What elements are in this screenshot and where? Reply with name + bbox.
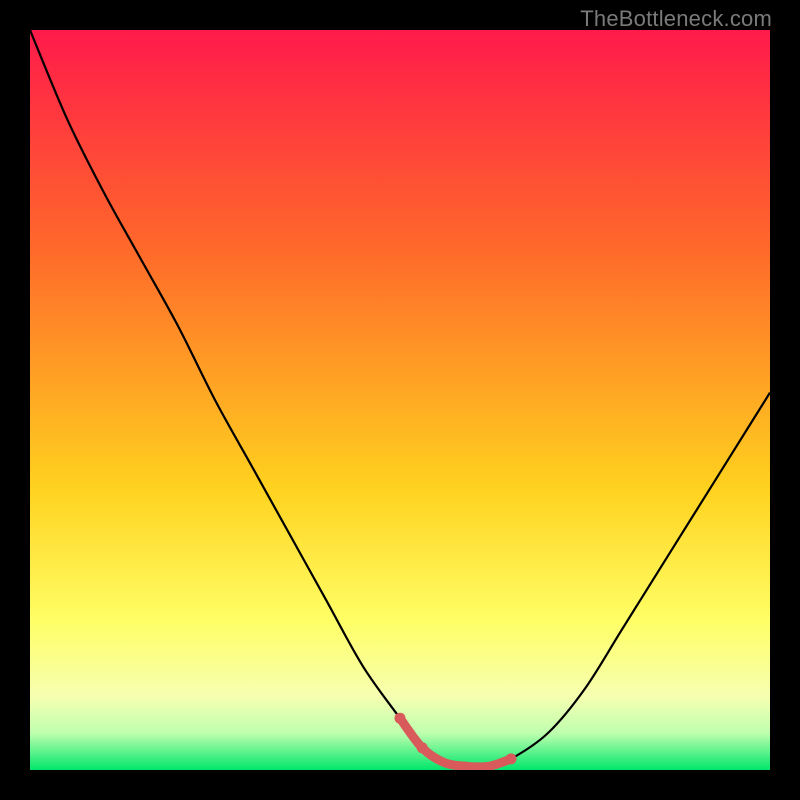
bottleneck-chart — [30, 30, 770, 770]
sweet-spot-dot — [395, 713, 406, 724]
watermark-text: TheBottleneck.com — [580, 6, 772, 32]
sweet-spot-dot — [417, 742, 428, 753]
plot-area — [30, 30, 770, 770]
chart-frame: TheBottleneck.com — [0, 0, 800, 800]
sweet-spot-dot — [506, 753, 517, 764]
gradient-background — [30, 30, 770, 770]
